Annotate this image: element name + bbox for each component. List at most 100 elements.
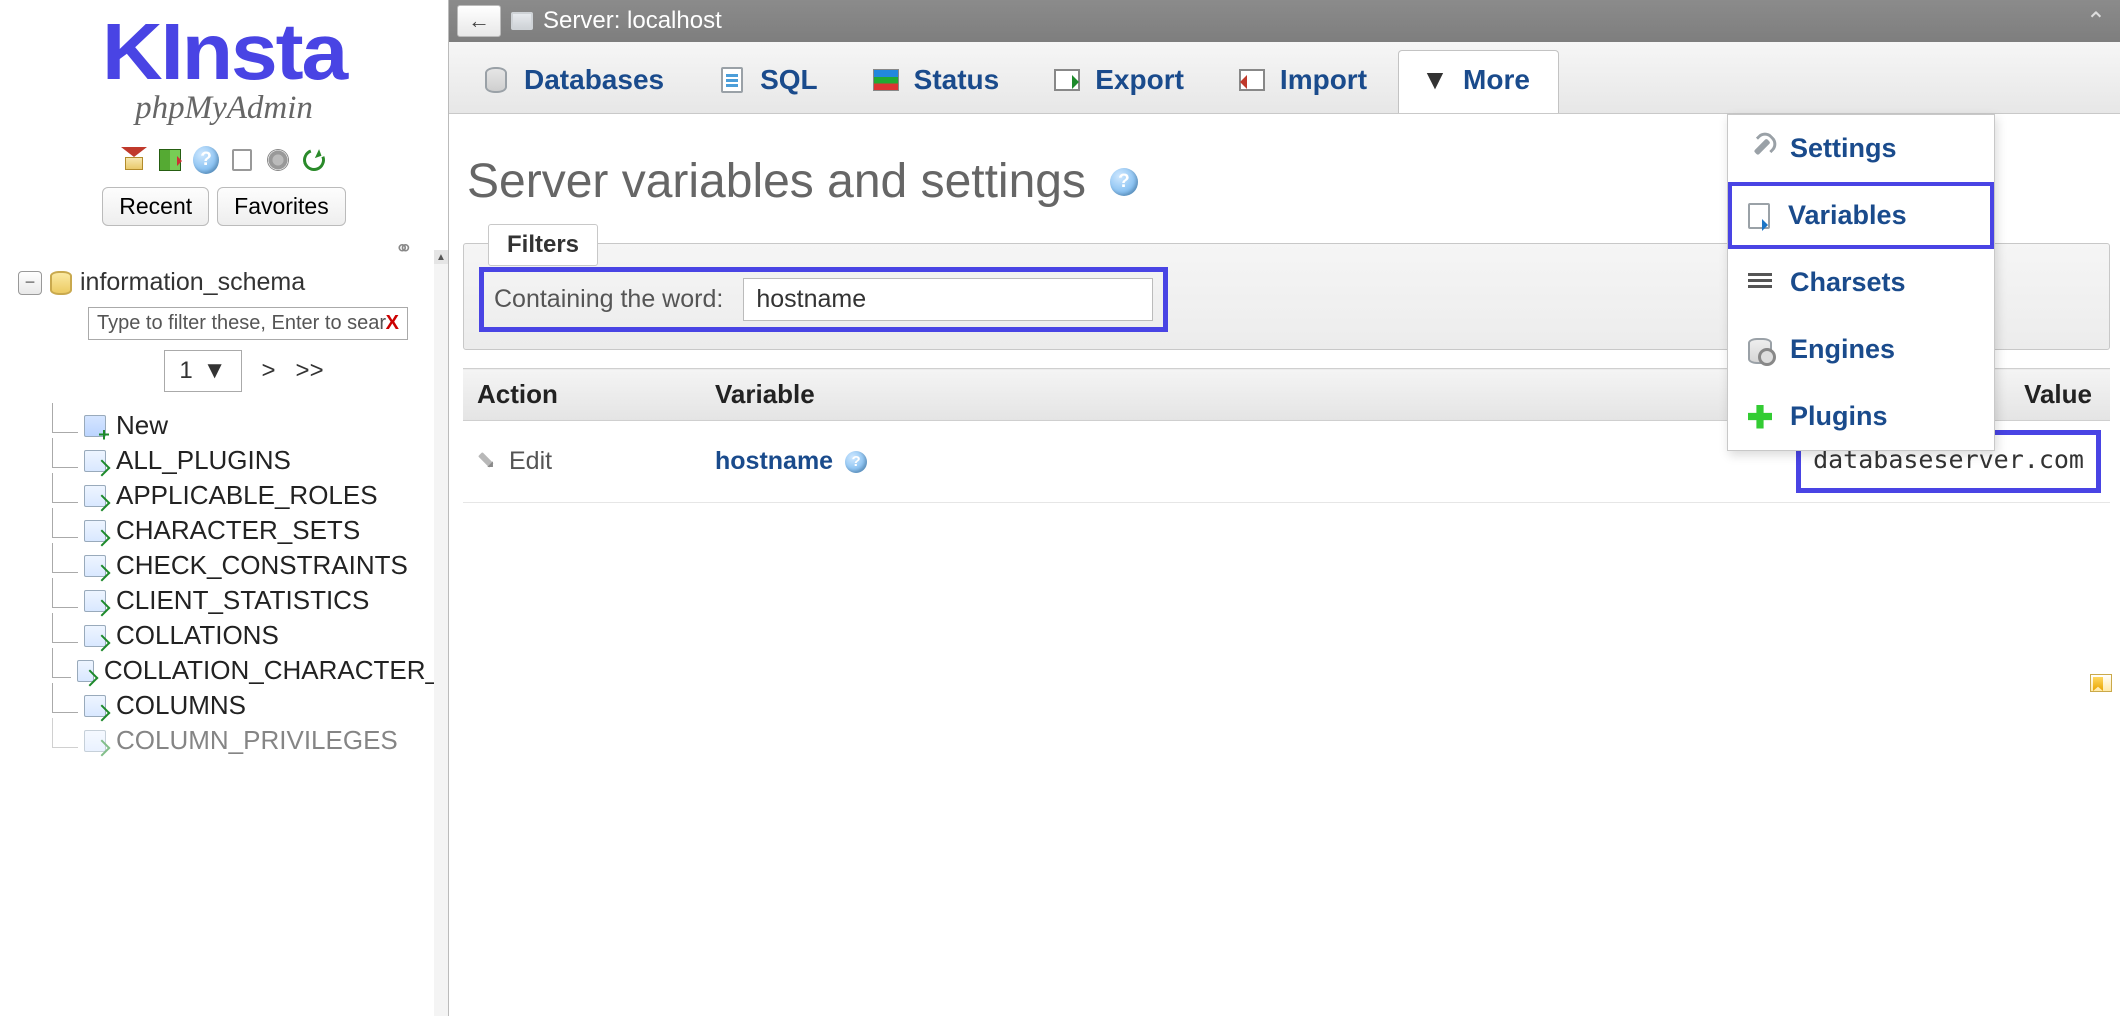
tree-item[interactable]: APPLICABLE_ROLES: [74, 480, 440, 511]
edit-label: Edit: [509, 447, 552, 476]
col-variable: Variable: [701, 369, 1205, 421]
table-icon: [84, 695, 106, 717]
help-icon[interactable]: ?: [1110, 168, 1138, 196]
tree-filter-input[interactable]: Type to filter these, Enter to search a …: [88, 307, 408, 340]
tree-item-label: COLUMN_PRIVILEGES: [116, 725, 398, 756]
wrench-icon: [1743, 132, 1777, 166]
engines-icon: [1748, 338, 1772, 362]
database-icon: [50, 271, 72, 295]
reload-icon[interactable]: [301, 147, 327, 173]
tab-import[interactable]: Import: [1215, 50, 1396, 113]
help-icon[interactable]: ?: [193, 147, 219, 173]
tree-item-label: CHECK_CONSTRAINTS: [116, 550, 408, 581]
tree-item[interactable]: COLLATIONS: [74, 620, 440, 651]
tab-label: Import: [1280, 64, 1367, 96]
dropdown-label: Engines: [1790, 334, 1895, 365]
plugin-icon: [1748, 405, 1772, 429]
tree-item[interactable]: COLUMN_PRIVILEGES: [74, 725, 440, 756]
chevron-down-icon: ▼: [203, 357, 227, 385]
filters-legend: Filters: [488, 224, 598, 266]
status-icon: [872, 66, 900, 94]
logout-icon[interactable]: [157, 147, 183, 173]
table-icon: [84, 625, 106, 647]
sidebar: KInsta phpMyAdmin ? Recent Favorites ⚭ −…: [0, 0, 449, 1016]
tree-item-label: COLLATIONS: [116, 620, 279, 651]
table-icon: [84, 450, 106, 472]
titlebar: ← Server: localhost ⌃: [449, 0, 2120, 42]
link-icon[interactable]: ⚭: [0, 236, 448, 262]
tree-item-label: CHARACTER_SETS: [116, 515, 360, 546]
dropdown-charsets[interactable]: Charsets: [1728, 249, 1994, 316]
table-icon: [84, 485, 106, 507]
export-icon: [1053, 66, 1081, 94]
page-title-text: Server variables and settings: [467, 154, 1086, 209]
tab-more[interactable]: ▼ More: [1398, 50, 1559, 113]
tab-favorites[interactable]: Favorites: [217, 187, 346, 226]
dropdown-engines[interactable]: Engines: [1728, 316, 1994, 383]
help-icon[interactable]: ?: [845, 451, 867, 473]
tree-item[interactable]: ALL_PLUGINS: [74, 445, 440, 476]
tab-status[interactable]: Status: [849, 50, 1029, 113]
main: ← Server: localhost ⌃ Databases SQL Stat…: [449, 0, 2120, 1016]
edit-button[interactable]: Edit: [477, 447, 687, 476]
pager-page-value: 1: [179, 357, 192, 385]
tab-label: Status: [914, 64, 1000, 96]
tree-item-label: CLIENT_STATISTICS: [116, 585, 369, 616]
sidebar-scrollbar[interactable]: ▲: [434, 250, 448, 1016]
settings-icon[interactable]: [265, 147, 291, 173]
sidebar-toolbar: ?: [0, 147, 448, 173]
filter-label: Containing the word:: [494, 285, 723, 314]
tab-sql[interactable]: SQL: [695, 50, 847, 113]
table-icon: [84, 590, 106, 612]
new-table-icon: [84, 415, 106, 437]
kinsta-logo: KInsta: [0, 18, 448, 86]
import-icon: [1238, 66, 1266, 94]
scroll-up-icon[interactable]: ▲: [434, 250, 448, 264]
tree-item-new[interactable]: New: [74, 410, 440, 441]
docs-icon[interactable]: [229, 147, 255, 173]
sidebar-tabs: Recent Favorites: [0, 187, 448, 226]
collapse-icon[interactable]: −: [18, 271, 42, 295]
logo-block: KInsta phpMyAdmin: [0, 0, 448, 133]
dropdown-settings[interactable]: Settings: [1728, 115, 1994, 182]
clear-filter-icon[interactable]: X: [386, 312, 399, 335]
tree-item[interactable]: CHARACTER_SETS: [74, 515, 440, 546]
table-icon: [84, 730, 106, 752]
bookmark-icon[interactable]: [2090, 674, 2112, 696]
tree-items: New ALL_PLUGINS APPLICABLE_ROLES CHARACT…: [18, 410, 440, 756]
tab-recent[interactable]: Recent: [102, 187, 209, 226]
tree-item[interactable]: CHECK_CONSTRAINTS: [74, 550, 440, 581]
filter-row: Containing the word:: [484, 272, 1163, 327]
tree-item[interactable]: CLIENT_STATISTICS: [74, 585, 440, 616]
pager-last[interactable]: >>: [296, 357, 324, 385]
pager-next[interactable]: >: [262, 357, 276, 385]
tab-label: More: [1463, 64, 1530, 96]
tab-label: Export: [1095, 64, 1184, 96]
charsets-icon: [1748, 273, 1772, 293]
home-icon[interactable]: [121, 147, 147, 173]
tab-export[interactable]: Export: [1030, 50, 1213, 113]
tab-databases[interactable]: Databases: [459, 50, 693, 113]
dropdown-label: Settings: [1790, 133, 1897, 164]
tab-label: SQL: [760, 64, 818, 96]
tree-filter-placeholder: Type to filter these, Enter to search a: [97, 312, 386, 335]
pencil-icon: [472, 446, 503, 477]
variable-name[interactable]: hostname ?: [715, 447, 1191, 476]
breadcrumb[interactable]: Server: localhost: [543, 7, 722, 35]
database-icon: [482, 66, 510, 94]
tab-label: Databases: [524, 64, 664, 96]
topnav: Databases SQL Status Export Import ▼ Mor…: [449, 42, 2120, 114]
filter-input[interactable]: [743, 278, 1153, 321]
tree-item[interactable]: COLUMNS: [74, 690, 440, 721]
database-name[interactable]: information_schema: [80, 268, 305, 297]
dropdown-variables[interactable]: Variables: [1728, 182, 1994, 249]
db-tree-root[interactable]: − information_schema: [18, 268, 440, 297]
dropdown-plugins[interactable]: Plugins: [1728, 383, 1994, 450]
pager-page-select[interactable]: 1 ▼: [164, 350, 241, 392]
back-button[interactable]: ←: [457, 5, 501, 37]
chevron-down-icon: ▼: [1421, 66, 1449, 94]
tree-pager: 1 ▼ > >>: [48, 350, 440, 392]
collapse-top-icon[interactable]: ⌃: [2086, 7, 2106, 36]
variables-icon: [1748, 203, 1770, 229]
tree-item[interactable]: COLLATION_CHARACTER_: [74, 655, 440, 686]
